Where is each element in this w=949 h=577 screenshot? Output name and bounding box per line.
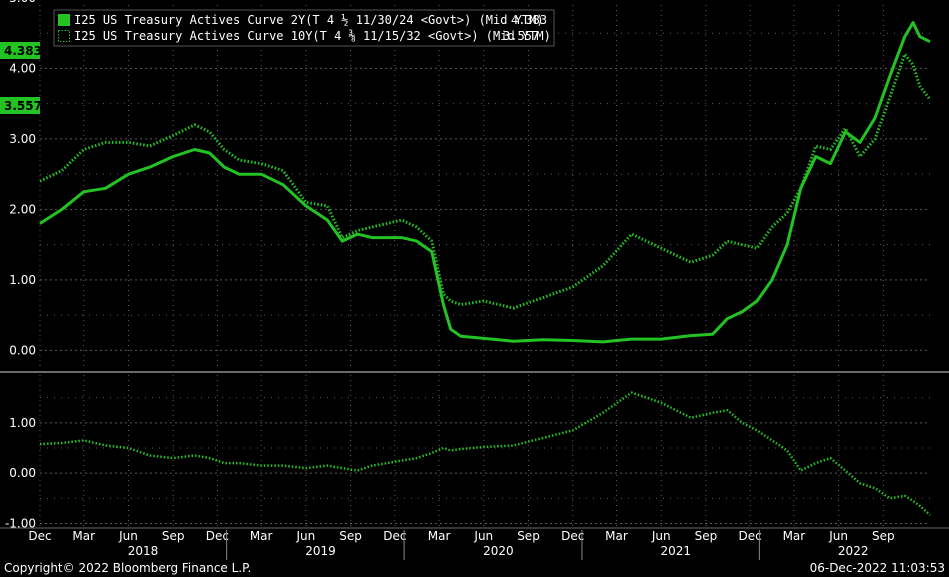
badge-2y-text: 4.383 (4, 44, 42, 58)
y-tick-label: 0.00 (9, 466, 36, 480)
y-tick-label: 4.00 (9, 61, 36, 75)
timestamp: 06-Dec-2022 11:03:53 (809, 561, 945, 575)
x-tick-month: Mar (783, 529, 806, 543)
x-tick-month: Dec (28, 529, 51, 543)
legend-label-10y: I25 US Treasury Actives Curve 10Y(T 4 ⅜ … (74, 29, 551, 43)
x-tick-month: Dec (739, 529, 762, 543)
x-tick-year: 2019 (305, 544, 336, 558)
x-tick-month: Sep (517, 529, 540, 543)
legend-swatch-2y (58, 14, 70, 26)
x-tick-month: Sep (695, 529, 718, 543)
chart-background (0, 0, 949, 577)
legend-last-10y: 3.557 (503, 29, 539, 43)
x-tick-month: Jun (828, 529, 848, 543)
x-tick-month: Sep (162, 529, 185, 543)
x-tick-month: Jun (118, 529, 138, 543)
legend-last-2y: 4.383 (511, 13, 547, 27)
y-tick-label: 1.00 (9, 416, 36, 430)
last-value-badge-2y: 4.383 (0, 42, 42, 59)
x-tick-month: Sep (339, 529, 362, 543)
y-tick-label: 3.00 (9, 132, 36, 146)
x-tick-month: Mar (250, 529, 273, 543)
y-tick-label: 1.00 (9, 273, 36, 287)
badge-10y-text: 3.557 (4, 99, 42, 113)
legend: I25 US Treasury Actives Curve 2Y(T 4 ½ 1… (53, 9, 555, 47)
copyright: Copyright© 2022 Bloomberg Finance L.P. (4, 561, 252, 575)
x-tick-month: Mar (428, 529, 451, 543)
x-tick-month: Mar (72, 529, 95, 543)
x-tick-month: Jun (651, 529, 671, 543)
x-tick-month: Dec (383, 529, 406, 543)
y-tick-label: 5.00 (9, 0, 36, 5)
x-tick-month: Dec (561, 529, 584, 543)
x-tick-year: 2021 (661, 544, 692, 558)
x-tick-month: Sep (872, 529, 895, 543)
x-tick-month: Dec (206, 529, 229, 543)
x-tick-year: 2022 (838, 544, 869, 558)
x-tick-year: 2018 (128, 544, 159, 558)
chart: 0.001.002.003.004.005.00 -1.000.001.00 D… (0, 0, 949, 577)
y-tick-label: 0.00 (9, 343, 36, 357)
y-tick-label: 2.00 (9, 202, 36, 216)
last-value-badge-10y: 3.557 (0, 97, 42, 114)
x-tick-month: Jun (473, 529, 493, 543)
x-tick-year: 2020 (483, 544, 514, 558)
x-tick-month: Jun (296, 529, 316, 543)
legend-label-2y: I25 US Treasury Actives Curve 2Y(T 4 ½ 1… (74, 13, 544, 27)
x-tick-month: Mar (605, 529, 628, 543)
